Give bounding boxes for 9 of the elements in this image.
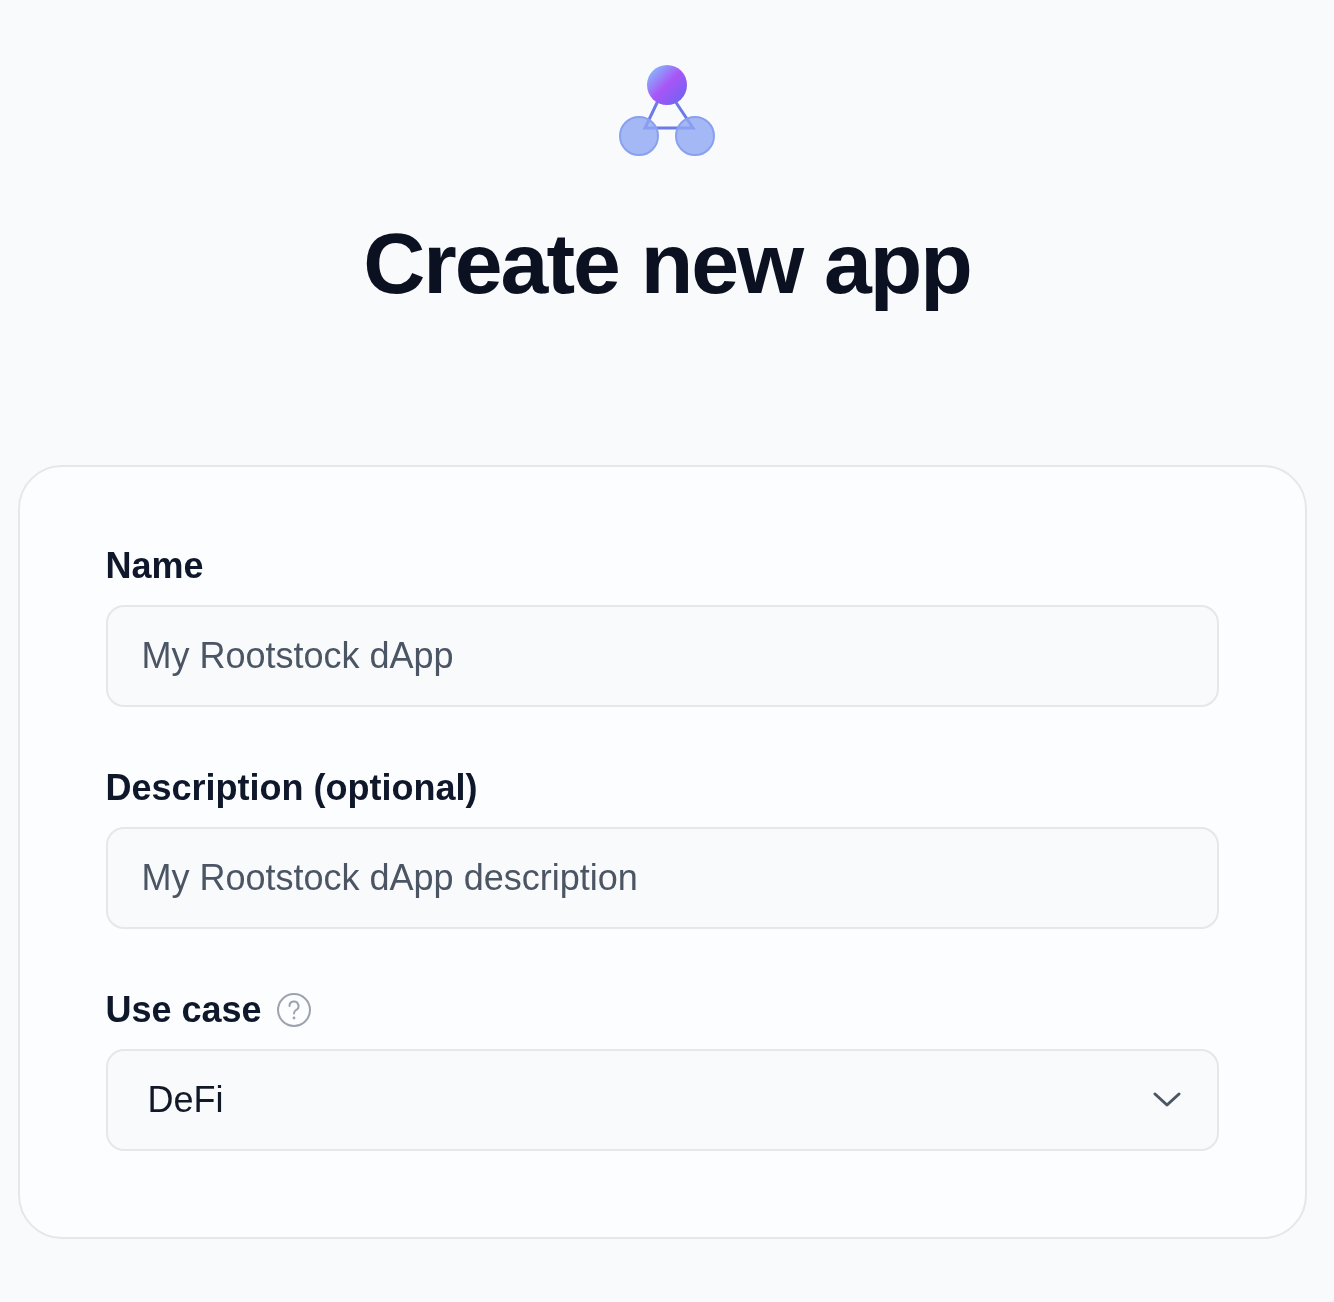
field-label: Use case xyxy=(105,989,262,1032)
field-label: Description (optional) xyxy=(105,767,478,810)
help-icon[interactable] xyxy=(275,992,312,1029)
field-label: Name xyxy=(105,545,204,588)
text-field[interactable]: My Rootstock dApp xyxy=(105,605,1219,708)
chevron-down-icon xyxy=(1152,1092,1181,1109)
select-field[interactable]: DeFi xyxy=(105,1049,1219,1152)
text-field[interactable]: My Rootstock dApp description xyxy=(105,827,1219,930)
page-title: Create new app xyxy=(363,214,971,313)
